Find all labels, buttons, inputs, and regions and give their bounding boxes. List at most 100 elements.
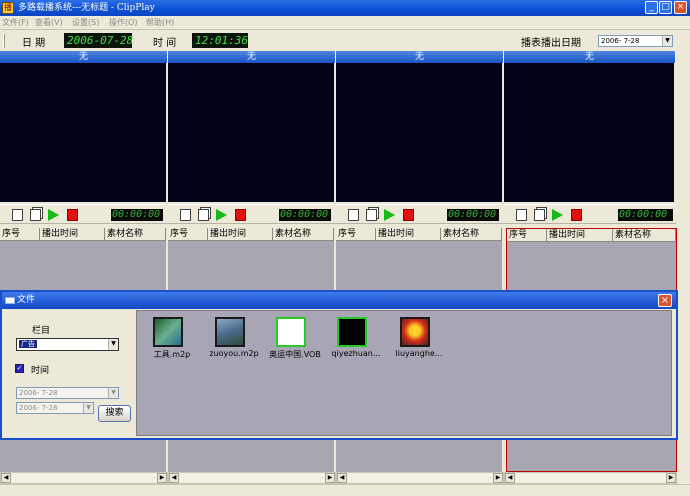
scroll-right-icon[interactable]: ▶ xyxy=(666,473,676,483)
edit-icon[interactable] xyxy=(12,209,23,221)
channel-2-scrollbar[interactable]: ◀ ▶ xyxy=(168,472,336,484)
close-button[interactable]: × xyxy=(674,1,687,14)
chevron-down-icon[interactable]: ▼ xyxy=(108,339,118,350)
date-to-value: 2006- 7-28 xyxy=(19,404,58,412)
channel-1-controls: 00:00:00 xyxy=(0,204,168,224)
minimize-button[interactable]: _ xyxy=(645,1,658,14)
channel-1-preview xyxy=(0,63,168,202)
column-header-name[interactable]: 素材名称 xyxy=(105,228,166,241)
menu-help[interactable]: 帮助(H) xyxy=(146,17,174,28)
dialog-title-bar[interactable]: 文件 × xyxy=(2,292,676,309)
play-icon[interactable] xyxy=(384,209,395,221)
play-icon[interactable] xyxy=(552,209,563,221)
scroll-left-icon[interactable]: ◀ xyxy=(337,473,347,483)
video-thumbnail-icon xyxy=(153,317,183,347)
file-name: liuyanghe... xyxy=(395,349,443,358)
edit-icon[interactable] xyxy=(348,209,359,221)
scroll-left-icon[interactable]: ◀ xyxy=(1,473,11,483)
channel-3-controls: 00:00:00 xyxy=(336,204,504,224)
play-icon[interactable] xyxy=(48,209,59,221)
category-label: 栏目 xyxy=(32,326,51,336)
scroll-right-icon[interactable]: ▶ xyxy=(157,473,167,483)
play-date-label: 播表播出日期 xyxy=(521,38,581,49)
time-filter-label: 时间 xyxy=(31,366,50,376)
maximize-button[interactable]: □ xyxy=(659,1,672,14)
date-from-value: 2006- 7-28 xyxy=(19,389,58,397)
channel-2-preview xyxy=(168,63,336,202)
column-header-name[interactable]: 素材名称 xyxy=(273,228,334,241)
date-to-picker[interactable]: 2006- 7-28 ▼ xyxy=(16,402,94,414)
channel-4-header: 无 xyxy=(504,51,676,63)
copy-icon[interactable] xyxy=(198,209,209,221)
column-header-time[interactable]: 播出时间 xyxy=(40,228,105,241)
copy-icon[interactable] xyxy=(366,209,377,221)
column-header-name[interactable]: 素材名称 xyxy=(441,228,502,241)
copy-icon[interactable] xyxy=(534,209,545,221)
stop-icon[interactable] xyxy=(235,209,246,221)
file-name: 工具.m2p xyxy=(153,350,191,359)
channel-3-scrollbar[interactable]: ◀ ▶ xyxy=(336,472,504,484)
play-date-picker[interactable]: 2006- 7-28 ▼ xyxy=(598,35,673,47)
video-thumbnail-icon xyxy=(337,317,367,347)
channel-3-header: 无 xyxy=(336,51,504,63)
file-name: qiyezhuan... xyxy=(331,349,381,358)
scroll-right-icon[interactable]: ▶ xyxy=(325,473,335,483)
dialog-close-button[interactable]: × xyxy=(658,294,672,307)
date-toolbar: 日 期 2006-07-28 时 间 12:01:36 播表播出日期 2006-… xyxy=(0,31,690,51)
category-select[interactable]: 广告 ▼ xyxy=(16,338,119,351)
edit-icon[interactable] xyxy=(516,209,527,221)
channel-1-timecode: 00:00:00 xyxy=(111,209,163,221)
copy-icon[interactable] xyxy=(30,209,41,221)
column-header-name[interactable]: 素材名称 xyxy=(613,229,676,242)
category-value: 广告 xyxy=(19,340,37,348)
video-thumbnail-icon xyxy=(215,317,245,347)
stop-icon[interactable] xyxy=(67,209,78,221)
date-from-picker[interactable]: 2006- 7-28 ▼ xyxy=(16,387,119,399)
file-item[interactable]: zuoyou.m2p xyxy=(201,317,261,367)
file-name: 奥运中国.VOB xyxy=(269,350,321,359)
menu-operate[interactable]: 操作(O) xyxy=(109,17,138,28)
column-header-time[interactable]: 播出时间 xyxy=(547,229,613,242)
time-checkbox[interactable]: ✓ xyxy=(15,364,24,373)
stop-icon[interactable] xyxy=(571,209,582,221)
file-list[interactable]: 工具.m2p zuoyou.m2p 奥运中国.VOB qiyezhuan... … xyxy=(136,310,672,436)
video-thumbnail-icon xyxy=(400,317,430,347)
toolbar-grip[interactable] xyxy=(3,34,5,48)
menu-bar: 文件(F) 查看(V) 设置(S) 操作(O) 帮助(H) xyxy=(0,16,690,30)
window-title: 多路载播系统---无标题 - ClipPlay xyxy=(18,3,155,13)
date-label: 日 期 xyxy=(22,38,46,49)
app-icon[interactable]: 播 xyxy=(2,2,14,14)
column-header-index[interactable]: 序号 xyxy=(507,229,547,242)
menu-view[interactable]: 查看(V) xyxy=(35,17,63,28)
column-header-time[interactable]: 播出时间 xyxy=(208,228,273,241)
channel-4-scrollbar[interactable]: ◀ ▶ xyxy=(504,472,677,484)
channel-2-timecode: 00:00:00 xyxy=(279,209,331,221)
file-item[interactable]: qiyezhuan... xyxy=(323,317,383,367)
menu-file[interactable]: 文件(F) xyxy=(2,17,29,28)
scroll-left-icon[interactable]: ◀ xyxy=(505,473,515,483)
column-header-time[interactable]: 播出时间 xyxy=(376,228,441,241)
file-item[interactable]: 工具.m2p xyxy=(139,317,199,367)
chevron-down-icon[interactable]: ▼ xyxy=(662,36,672,46)
file-name: zuoyou.m2p xyxy=(209,349,259,358)
channel-1-header: 无 xyxy=(0,51,168,63)
play-icon[interactable] xyxy=(216,209,227,221)
file-item[interactable]: 奥运中国.VOB xyxy=(262,317,322,367)
column-header-index[interactable]: 序号 xyxy=(336,228,376,241)
play-date-value: 2006- 7-28 xyxy=(601,37,640,45)
menu-settings[interactable]: 设置(S) xyxy=(72,17,99,28)
scroll-left-icon[interactable]: ◀ xyxy=(169,473,179,483)
edit-icon[interactable] xyxy=(180,209,191,221)
title-bar[interactable]: 播 多路载播系统---无标题 - ClipPlay _ □ × xyxy=(0,0,690,16)
time-display: 12:01:36 xyxy=(192,33,248,48)
chevron-down-icon[interactable]: ▼ xyxy=(108,388,118,398)
search-button[interactable]: 搜索 xyxy=(98,405,131,422)
column-header-index[interactable]: 序号 xyxy=(168,228,208,241)
chevron-down-icon[interactable]: ▼ xyxy=(83,403,93,413)
column-header-index[interactable]: 序号 xyxy=(0,228,40,241)
channel-4-timecode: 00:00:00 xyxy=(618,209,673,221)
stop-icon[interactable] xyxy=(403,209,414,221)
scroll-right-icon[interactable]: ▶ xyxy=(493,473,503,483)
file-item[interactable]: liuyanghe... xyxy=(386,317,446,367)
channel-1-scrollbar[interactable]: ◀ ▶ xyxy=(0,472,168,484)
